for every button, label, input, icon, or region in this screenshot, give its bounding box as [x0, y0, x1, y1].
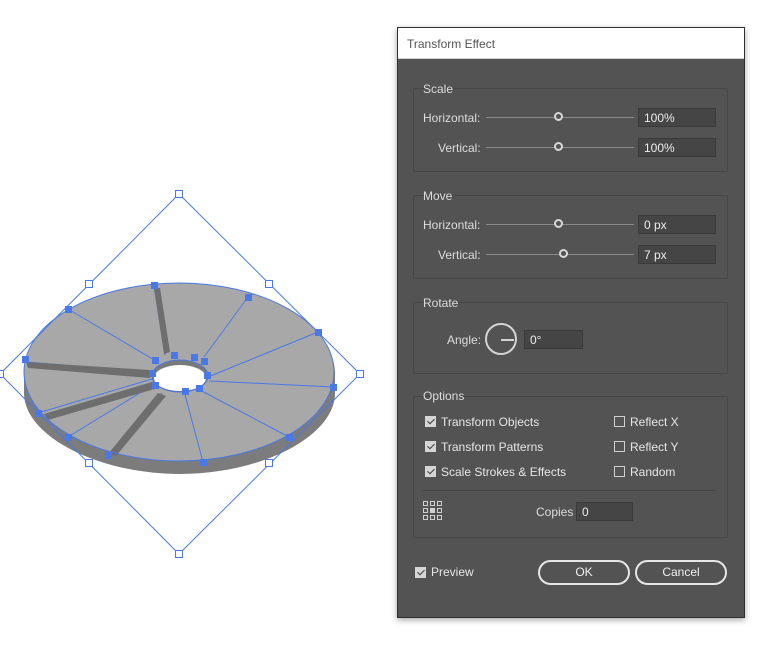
rotate-angle-dial-hand — [501, 339, 514, 341]
options-divider — [423, 490, 716, 491]
copies-input[interactable]: 0 — [576, 502, 633, 521]
scale-horizontal-slider-thumb[interactable] — [554, 112, 563, 121]
rotate-angle-input[interactable]: 0° — [524, 330, 583, 349]
artwork-canvas — [0, 190, 364, 558]
rotate-group-label: Rotate — [423, 296, 459, 310]
reflect-x-checkbox[interactable] — [614, 416, 625, 427]
ok-button[interactable]: OK — [538, 560, 630, 585]
move-group-label: Move — [423, 189, 453, 203]
reference-point-icon[interactable] — [423, 501, 443, 521]
transform-patterns-checkbox[interactable] — [425, 441, 436, 452]
scale-group — [413, 88, 728, 172]
scale-vertical-label: Vertical: — [438, 141, 481, 155]
scale-horizontal-input[interactable]: 100% — [638, 108, 716, 127]
move-vertical-slider-thumb[interactable] — [559, 249, 568, 258]
random-label[interactable]: Random — [630, 465, 675, 479]
move-horizontal-input[interactable]: 0 px — [638, 215, 716, 234]
move-horizontal-slider-thumb[interactable] — [554, 219, 563, 228]
reflect-x-label[interactable]: Reflect X — [630, 415, 679, 429]
move-group — [413, 195, 728, 279]
cancel-button[interactable]: Cancel — [635, 560, 727, 585]
handle-top-right[interactable] — [265, 280, 273, 288]
transform-objects-label[interactable]: Transform Objects — [441, 415, 539, 429]
scale-vertical-slider-thumb[interactable] — [554, 142, 563, 151]
rotate-angle-dial[interactable] — [485, 323, 517, 355]
scale-group-label: Scale — [423, 82, 454, 96]
rotate-angle-label: Angle: — [447, 333, 482, 347]
preview-checkbox[interactable] — [415, 567, 426, 578]
handle-right[interactable] — [356, 370, 364, 378]
handle-top[interactable] — [175, 190, 183, 198]
handle-bottom-left[interactable] — [85, 459, 93, 467]
dialog-title: Transform Effect — [407, 37, 496, 51]
transform-objects-checkbox[interactable] — [425, 416, 436, 427]
transform-effect-dialog: Transform Effect Scale Horizontal: 100% … — [397, 27, 745, 618]
handle-left[interactable] — [0, 370, 4, 378]
scale-horizontal-label: Horizontal: — [423, 111, 481, 125]
scale-vertical-input[interactable]: 100% — [638, 138, 716, 157]
move-vertical-input[interactable]: 7 px — [638, 245, 716, 264]
random-checkbox[interactable] — [614, 466, 625, 477]
options-group-label: Options — [423, 389, 465, 403]
dialog-titlebar[interactable]: Transform Effect — [398, 28, 744, 59]
move-vertical-label: Vertical: — [438, 248, 481, 262]
reflect-y-label[interactable]: Reflect Y — [630, 440, 678, 454]
scale-strokes-label[interactable]: Scale Strokes & Effects — [441, 465, 566, 479]
scale-strokes-checkbox[interactable] — [425, 466, 436, 477]
handle-top-left[interactable] — [85, 280, 93, 288]
copies-label: Copies — [536, 505, 574, 519]
reflect-y-checkbox[interactable] — [614, 441, 625, 452]
transform-patterns-label[interactable]: Transform Patterns — [441, 440, 543, 454]
handle-bottom-right[interactable] — [265, 459, 273, 467]
move-horizontal-label: Horizontal: — [423, 218, 481, 232]
preview-label[interactable]: Preview — [431, 565, 474, 579]
handle-bottom[interactable] — [175, 550, 183, 558]
